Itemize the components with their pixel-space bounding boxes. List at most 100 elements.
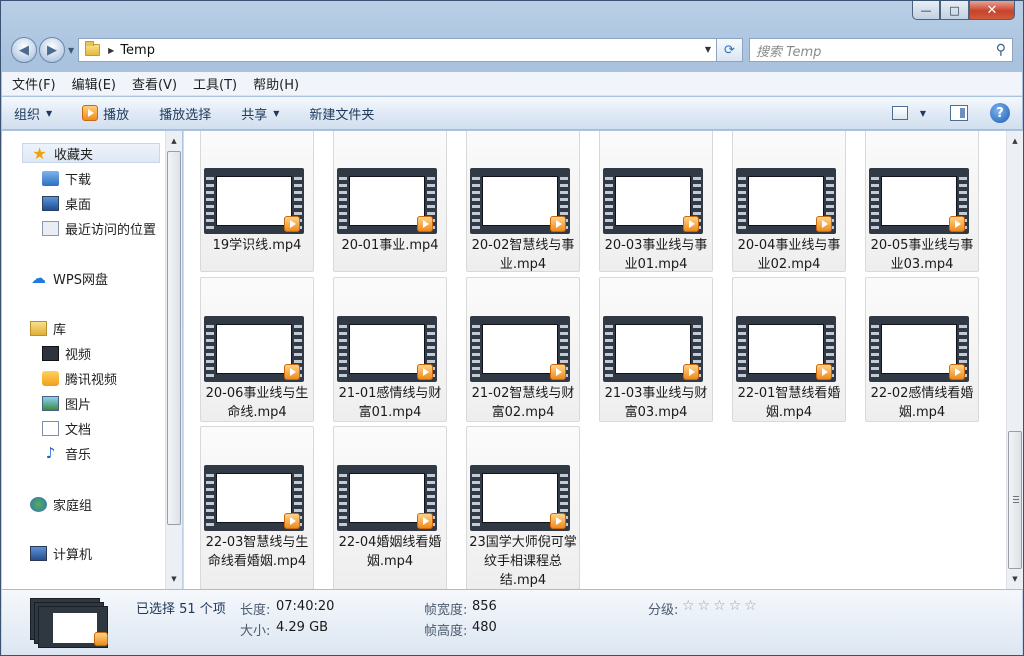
command-bar: 组织 ▼ 播放 播放选择 共享 ▼ 新建文件夹 ▼ ? (2, 97, 1022, 130)
file-item[interactable]: 21-01感情线与财富01.mp4 (333, 277, 447, 422)
scroll-up-arrow-icon[interactable]: ▲ (166, 133, 182, 149)
navigation-bar: ◀ ▶ ▼ ▶ Temp ▼ ⟳ 搜索 Temp ⚲ (11, 35, 1013, 65)
preview-pane-icon[interactable] (950, 105, 968, 121)
share-button[interactable]: 共享 ▼ (241, 104, 279, 123)
play-badge-icon (949, 364, 965, 380)
video-file-icon (470, 168, 570, 234)
help-icon[interactable]: ? (990, 103, 1010, 123)
address-bar[interactable]: ▶ Temp ▼ (78, 38, 717, 62)
desktop-icon (42, 195, 59, 211)
organize-button[interactable]: 组织 ▼ (14, 104, 52, 123)
file-item[interactable]: 20-01事业.mp4 (333, 131, 447, 272)
file-name: 21-02智慧线与财富02.mp4 (471, 386, 575, 420)
play-badge-icon (550, 364, 566, 380)
computer-icon (30, 545, 47, 561)
file-name: 20-04事业线与事业02.mp4 (737, 238, 841, 272)
content-scroll-thumb[interactable] (1008, 431, 1022, 569)
forward-arrow-icon: ▶ (47, 42, 57, 58)
file-item[interactable]: 20-06事业线与生命线.mp4 (200, 277, 314, 422)
play-badge-icon (417, 364, 433, 380)
refresh-button[interactable]: ⟳ (717, 38, 743, 62)
file-item[interactable]: 20-02智慧线与事业.mp4 (466, 131, 580, 272)
sidebar-item[interactable]: 腾讯视频 (42, 368, 117, 388)
sidebar-item[interactable]: 图片 (42, 393, 91, 413)
change-view-icon[interactable] (891, 106, 908, 120)
sidebar-item-label: WPS网盘 (53, 272, 108, 288)
length-value: 07:40:20 (276, 599, 335, 614)
file-item[interactable]: 22-01智慧线看婚姻.mp4 (732, 277, 846, 422)
menu-view[interactable]: 查看(V) (132, 74, 177, 93)
file-item[interactable]: 19学识线.mp4 (200, 131, 314, 272)
rating-stars[interactable]: ☆☆☆☆☆ (682, 598, 760, 614)
file-name: 20-03事业线与事业01.mp4 (604, 238, 708, 272)
video-file-icon (204, 465, 304, 531)
breadcrumb-temp[interactable]: Temp (120, 43, 155, 58)
back-button[interactable]: ◀ (11, 37, 37, 63)
sidebar-item[interactable]: 视频 (42, 343, 91, 363)
folder-icon (85, 41, 101, 56)
file-item[interactable]: 22-02感情线看婚姻.mp4 (865, 277, 979, 422)
file-item[interactable]: 21-03事业线与财富03.mp4 (599, 277, 713, 422)
sidebar-item[interactable]: 下载 (42, 168, 91, 188)
forward-button[interactable]: ▶ (39, 37, 65, 63)
scroll-down-arrow-icon[interactable]: ▼ (166, 571, 182, 587)
rating-label: 分级: (648, 603, 679, 618)
play-badge-icon (550, 216, 566, 232)
size-label: 大小: (240, 624, 271, 639)
sidebar-item[interactable]: 计算机 (30, 543, 92, 563)
nav-scrollbar[interactable]: ▲ ▼ (165, 131, 182, 589)
maximize-button[interactable]: □ (940, 1, 969, 20)
video-file-icon (869, 168, 969, 234)
sidebar-item[interactable]: ★ 收藏夹 (22, 143, 160, 163)
sidebar-item[interactable]: ♪ 音乐 (42, 443, 91, 463)
breadcrumb-chevron-icon[interactable]: ▶ (108, 46, 114, 55)
play-selection-button[interactable]: 播放选择 (159, 104, 211, 123)
file-item[interactable]: 21-02智慧线与财富02.mp4 (466, 277, 580, 422)
sidebar-item[interactable]: 家庭组 (30, 494, 92, 514)
sidebar-item-label: 最近访问的位置 (65, 222, 157, 238)
play-label: 播放 (103, 107, 130, 123)
file-item[interactable]: 23国学大师倪可掌纹手相课程总结.mp4 (466, 426, 580, 589)
menu-tools[interactable]: 工具(T) (193, 74, 237, 93)
play-icon (82, 105, 99, 121)
file-name: 20-01事业.mp4 (341, 238, 439, 253)
sidebar-item[interactable]: 文档 (42, 418, 91, 438)
address-dropdown-icon[interactable]: ▼ (705, 45, 711, 54)
menu-help[interactable]: 帮助(H) (253, 74, 299, 93)
menu-file[interactable]: 文件(F) (12, 74, 56, 93)
file-item[interactable]: 20-05事业线与事业03.mp4 (865, 131, 979, 272)
search-icon[interactable]: ⚲ (996, 42, 1006, 58)
view-options-dropdown[interactable]: ▼ (920, 109, 926, 118)
sidebar-item[interactable]: 最近访问的位置 (42, 218, 156, 238)
new-folder-label: 新建文件夹 (309, 107, 375, 123)
library-icon (30, 320, 47, 336)
file-list-view: 19学识线.mp4 20-01事业.mp4 20-02智慧线与事业.mp4 20-03… (183, 131, 1023, 589)
close-button[interactable]: ✕ (969, 1, 1015, 20)
file-item[interactable]: 20-04事业线与事业02.mp4 (732, 131, 846, 272)
sidebar-item-label: 下载 (65, 172, 92, 188)
search-input[interactable]: 搜索 Temp ⚲ (749, 38, 1013, 62)
sidebar-item-label: 库 (53, 322, 67, 338)
share-label: 共享 (241, 107, 268, 123)
scroll-down-arrow-icon[interactable]: ▼ (1007, 571, 1023, 587)
file-name: 22-02感情线看婚姻.mp4 (870, 386, 974, 420)
download-folder-icon (42, 170, 59, 186)
minimize-button[interactable]: — (912, 1, 940, 20)
new-folder-button[interactable]: 新建文件夹 (309, 104, 374, 123)
sidebar-item[interactable]: 桌面 (42, 193, 91, 213)
recent-pages-dropdown[interactable]: ▼ (68, 46, 74, 55)
content-scrollbar[interactable]: ▲ ▼ (1006, 131, 1023, 589)
file-item[interactable]: 22-04婚姻线看婚姻.mp4 (333, 426, 447, 589)
nav-scroll-thumb[interactable] (167, 151, 181, 525)
play-badge-icon (94, 632, 108, 646)
file-item[interactable]: 22-03智慧线与生命线看婚姻.mp4 (200, 426, 314, 589)
play-badge-icon (949, 216, 965, 232)
file-item[interactable]: 20-03事业线与事业01.mp4 (599, 131, 713, 272)
frame-height-label: 帧高度: (424, 624, 468, 639)
scroll-up-arrow-icon[interactable]: ▲ (1007, 133, 1023, 149)
sidebar-item[interactable]: 库 (30, 318, 66, 338)
caption-buttons: — □ ✕ (912, 1, 1015, 20)
sidebar-item[interactable]: ☁ WPS网盘 (30, 268, 108, 288)
menu-edit[interactable]: 编辑(E) (72, 74, 116, 93)
play-button[interactable]: 播放 (82, 104, 129, 123)
